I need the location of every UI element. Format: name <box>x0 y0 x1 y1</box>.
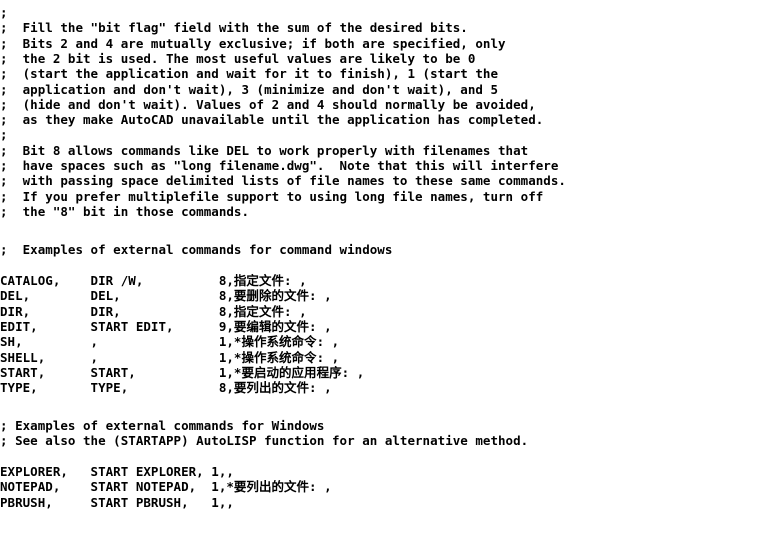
table-row: TYPE, TYPE, 8,要列出的文件: , <box>0 380 332 396</box>
text-line: ; (start the application and wait for it… <box>0 66 499 82</box>
section-heading-command-windows: ; Examples of external commands for comm… <box>0 242 393 257</box>
text-line: ; (hide and don't wait). Values of 2 and… <box>0 96 536 112</box>
table-row: CATALOG, DIR /W, 8,指定文件: , <box>0 273 307 288</box>
table-row: EDIT, START EDIT, 9,要编辑的文件: , <box>0 318 332 334</box>
text-line: ; the "8" bit in those commands. <box>0 203 250 219</box>
text-line: ; Bit 8 allows commands like DEL to work… <box>0 142 529 158</box>
section-subheading-startapp-note: ; See also the (STARTAPP) AutoLISP funct… <box>0 433 529 449</box>
text-line: ; <box>0 5 8 20</box>
text-line: ; with passing space delimited lists of … <box>0 173 566 189</box>
table-row: START, START, 1,*要启动的应用程序: , <box>0 364 365 380</box>
text-line: ; have spaces such as "long filename.dwg… <box>0 158 559 173</box>
table-row: SH, , 1,*操作系统命令: , <box>0 334 340 350</box>
text-line: ; If you prefer multiplefile support to … <box>0 188 544 204</box>
text-line: ; <box>0 127 8 143</box>
text-line: ; the 2 bit is used. The most useful val… <box>0 50 476 66</box>
text-line: ; Fill the "bit flag" field with the sum… <box>0 20 468 36</box>
table-row: DIR, DIR, 8,指定文件: , <box>0 303 307 319</box>
text-line: ; as they make AutoCAD unavailable until… <box>0 112 544 128</box>
table-row: PBRUSH, START PBRUSH, 1,, <box>0 494 234 510</box>
text-line: ; application and don't wait), 3 (minimi… <box>0 81 499 97</box>
text-line: ; Bits 2 and 4 are mutually exclusive; i… <box>0 35 506 51</box>
section-heading-windows-commands: ; Examples of external commands for Wind… <box>0 418 325 433</box>
table-row: NOTEPAD, START NOTEPAD, 1,*要列出的文件: , <box>0 479 332 495</box>
text-document-viewport[interactable]: ; ; Fill the "bit flag" field with the s… <box>0 0 765 538</box>
table-row: SHELL, , 1,*操作系统命令: , <box>0 349 340 365</box>
table-row: DEL, DEL, 8,要删除的文件: , <box>0 288 332 304</box>
table-row: EXPLORER, START EXPLORER, 1,, <box>0 464 234 479</box>
